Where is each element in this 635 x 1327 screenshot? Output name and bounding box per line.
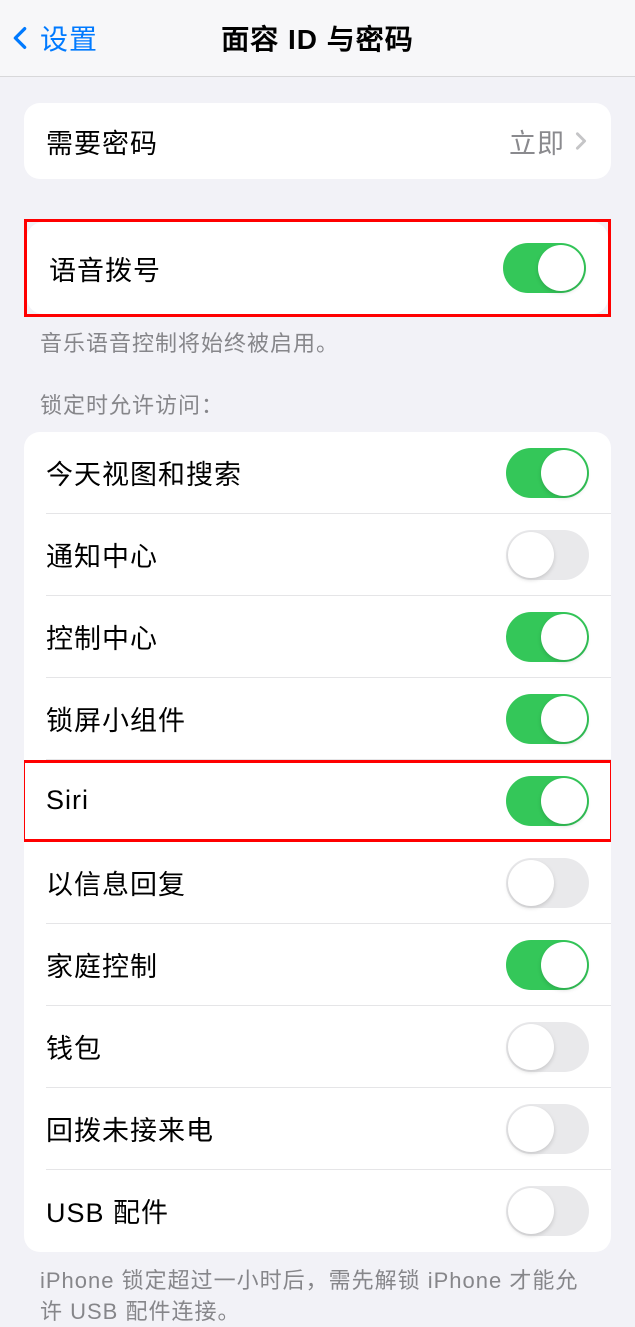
back-button[interactable]: 设置 bbox=[0, 18, 98, 58]
passcode-group: 需要密码 立即 bbox=[24, 103, 611, 179]
lock-access-row: 锁屏小组件 bbox=[24, 678, 611, 760]
toggle-knob bbox=[508, 1106, 554, 1152]
toggle-knob bbox=[508, 532, 554, 578]
lock-access-label: Siri bbox=[46, 785, 89, 816]
lock-access-row: 钱包 bbox=[24, 1006, 611, 1088]
voice-dial-row: 语音拨号 bbox=[27, 222, 608, 314]
require-passcode-row[interactable]: 需要密码 立即 bbox=[24, 103, 611, 179]
voice-dial-highlight: 语音拨号 bbox=[24, 219, 611, 317]
lock-access-label: 控制中心 bbox=[46, 617, 158, 656]
lock-access-row: 以信息回复 bbox=[24, 842, 611, 924]
voice-dial-label: 语音拨号 bbox=[49, 249, 161, 288]
lock-access-label: USB 配件 bbox=[46, 1191, 169, 1230]
usb-footer: iPhone 锁定超过一小时后，需先解锁 iPhone 才能允许 USB 配件连… bbox=[0, 1252, 635, 1327]
lock-access-row: USB 配件 bbox=[24, 1170, 611, 1252]
lock-access-toggle[interactable] bbox=[506, 1022, 589, 1072]
back-label: 设置 bbox=[40, 18, 98, 58]
toggle-knob bbox=[541, 614, 587, 660]
toggle-knob bbox=[538, 245, 584, 291]
voice-dial-footer: 音乐语音控制将始终被启用。 bbox=[0, 317, 635, 360]
lock-access-group: 今天视图和搜索通知中心控制中心锁屏小组件 Siri 以信息回复家庭控制钱包回拨未接来… bbox=[24, 432, 611, 1252]
page-title: 面容 ID 与密码 bbox=[221, 18, 414, 58]
lock-access-toggle[interactable] bbox=[506, 448, 589, 498]
lock-access-label: 以信息回复 bbox=[46, 863, 186, 902]
voice-dial-toggle[interactable] bbox=[503, 243, 586, 293]
toggle-knob bbox=[508, 1024, 554, 1070]
lock-access-toggle[interactable] bbox=[506, 1104, 589, 1154]
require-passcode-label: 需要密码 bbox=[46, 122, 158, 161]
chevron-back-icon bbox=[10, 22, 30, 54]
lock-access-toggle[interactable] bbox=[506, 776, 589, 826]
lock-access-row: 家庭控制 bbox=[24, 924, 611, 1006]
lock-access-label: 家庭控制 bbox=[46, 945, 158, 984]
lock-access-row: 回拨未接来电 bbox=[24, 1088, 611, 1170]
toggle-knob bbox=[541, 942, 587, 988]
lock-access-toggle[interactable] bbox=[506, 858, 589, 908]
lock-access-toggle[interactable] bbox=[506, 940, 589, 990]
lock-access-label: 通知中心 bbox=[46, 535, 158, 574]
toggle-knob bbox=[508, 860, 554, 906]
lock-access-toggle[interactable] bbox=[506, 612, 589, 662]
lock-access-row: Siri bbox=[24, 760, 611, 842]
toggle-knob bbox=[541, 450, 587, 496]
voice-dial-group: 语音拨号 bbox=[27, 222, 608, 314]
require-passcode-value: 立即 bbox=[509, 122, 589, 161]
toggle-knob bbox=[541, 696, 587, 742]
toggle-knob bbox=[541, 778, 587, 824]
lock-access-label: 锁屏小组件 bbox=[46, 699, 186, 738]
lock-access-header: 锁定时允许访问： bbox=[0, 388, 635, 432]
lock-access-toggle[interactable] bbox=[506, 530, 589, 580]
lock-access-row: 控制中心 bbox=[24, 596, 611, 678]
lock-access-label: 今天视图和搜索 bbox=[46, 453, 242, 492]
lock-access-row: 今天视图和搜索 bbox=[24, 432, 611, 514]
lock-access-toggle[interactable] bbox=[506, 1186, 589, 1236]
lock-access-label: 回拨未接来电 bbox=[46, 1109, 214, 1148]
lock-access-label: 钱包 bbox=[46, 1027, 102, 1066]
lock-access-row: 通知中心 bbox=[24, 514, 611, 596]
toggle-knob bbox=[508, 1188, 554, 1234]
lock-access-toggle[interactable] bbox=[506, 694, 589, 744]
chevron-right-icon bbox=[575, 130, 589, 152]
nav-header: 设置 面容 ID 与密码 bbox=[0, 0, 635, 77]
